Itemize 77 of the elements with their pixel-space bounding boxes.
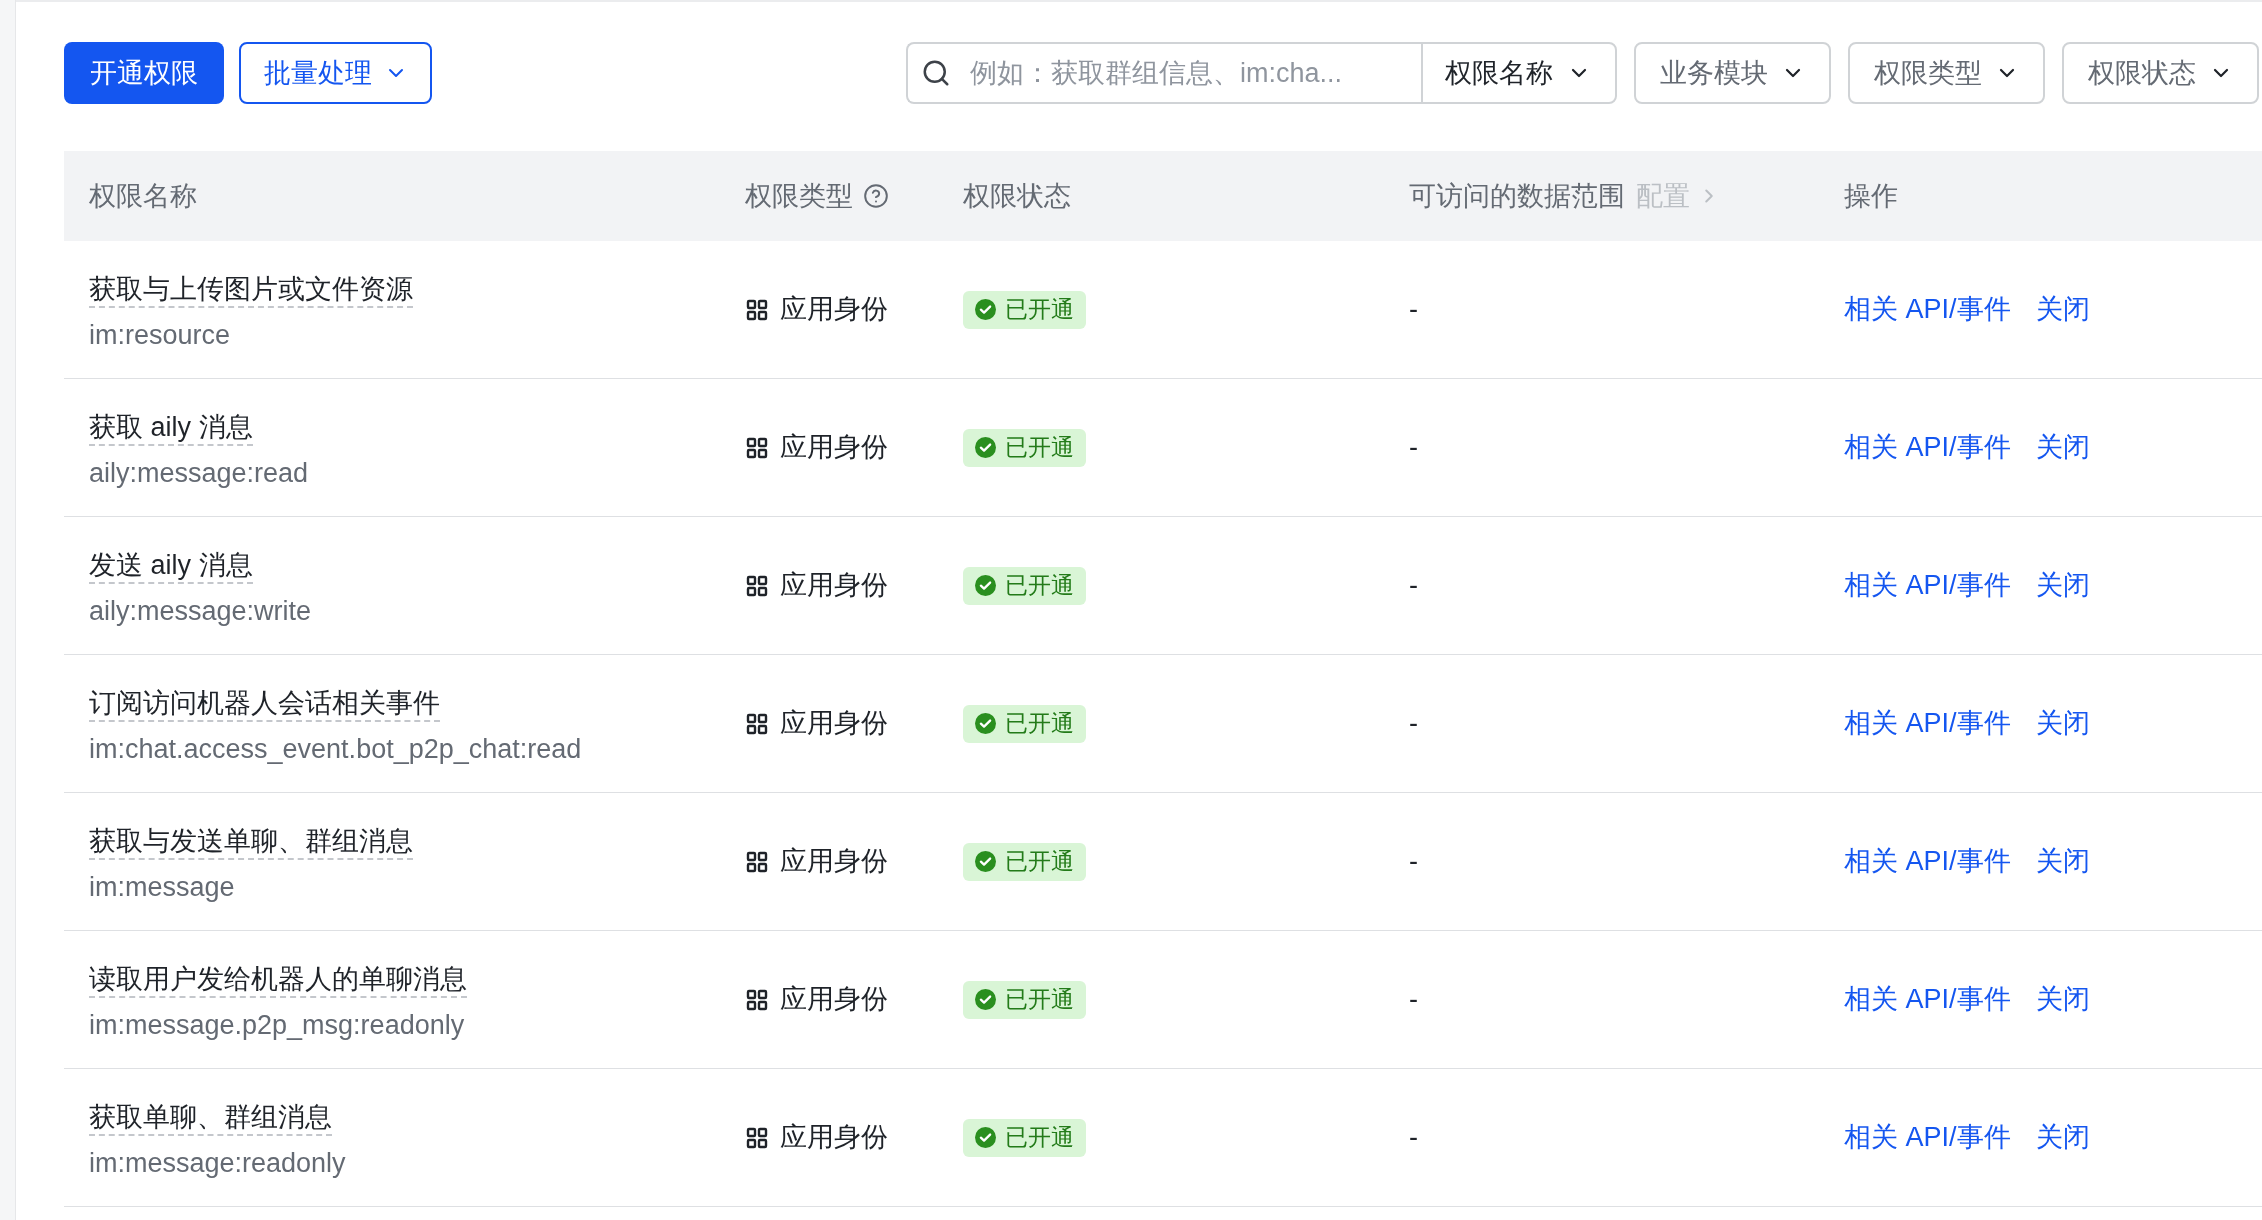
identity-type: 应用身份 (780, 569, 888, 603)
action-link[interactable]: 相关 API/事件 (1844, 427, 2011, 468)
permission-name: 获取单聊、群组消息 (89, 1100, 332, 1136)
column-header: 权限状态 (963, 179, 1071, 213)
help-icon[interactable] (863, 183, 889, 209)
check-circle-icon (975, 989, 996, 1010)
action-link[interactable]: 关闭 (2035, 703, 2090, 744)
action-link[interactable]: 关闭 (2035, 1117, 2090, 1158)
status-label: 已开通 (1005, 1123, 1074, 1153)
check-circle-icon (975, 1127, 996, 1148)
open-permissions-button[interactable]: 开通权限 (64, 42, 224, 104)
action-link[interactable]: 相关 API/事件 (1844, 703, 2011, 744)
column-header: 操作 (1844, 179, 1898, 213)
column-header: 可访问的数据范围 (1409, 179, 1625, 213)
filter-select[interactable]: 权限类型 (1848, 42, 2045, 104)
status-label: 已开通 (1005, 847, 1074, 877)
action-link[interactable]: 关闭 (2035, 979, 2090, 1020)
check-circle-icon (975, 299, 996, 320)
data-scope-text: - (1409, 845, 1418, 879)
permission-name: 获取与上传图片或文件资源 (89, 272, 413, 308)
data-scope-text: - (1409, 707, 1418, 741)
action-link[interactable]: 关闭 (2035, 565, 2090, 606)
permission-code: aily:message:read (89, 457, 309, 490)
check-circle-icon (975, 575, 996, 596)
action-link[interactable]: 关闭 (2035, 841, 2090, 882)
data-scope-text: - (1409, 1121, 1418, 1155)
data-scope-text: - (1409, 983, 1418, 1017)
grid-icon (745, 987, 769, 1012)
action-link[interactable]: 相关 API/事件 (1844, 565, 2011, 606)
action-link[interactable]: 关闭 (2035, 289, 2090, 330)
data-scope-text: - (1409, 569, 1418, 603)
permission-code: im:message.p2p_msg:readonly (89, 1009, 465, 1042)
grid-icon (745, 435, 769, 460)
identity-type: 应用身份 (780, 293, 888, 327)
permission-code: aily:message:write (89, 595, 312, 628)
grid-icon (745, 849, 769, 874)
permission-name: 订阅访问机器人会话相关事件 (89, 686, 440, 722)
permission-code: im:chat.access_event.bot_p2p_chat:read (89, 733, 582, 766)
identity-type: 应用身份 (780, 1121, 888, 1155)
permission-name: 读取用户发给机器人的单聊消息 (89, 962, 467, 998)
status-label: 已开通 (1005, 433, 1074, 463)
permission-code: im:message:readonly (89, 1147, 346, 1180)
grid-icon (745, 1125, 769, 1150)
status-label: 已开通 (1005, 709, 1074, 739)
data-scope-text: - (1409, 431, 1418, 465)
identity-type: 应用身份 (780, 707, 888, 741)
identity-type: 应用身份 (780, 983, 888, 1017)
column-header: 权限类型 (745, 179, 853, 213)
filter-select[interactable]: 业务模块 (1634, 42, 1831, 104)
grid-icon (745, 573, 769, 598)
scope-select[interactable]: 权限名称 (1421, 42, 1617, 104)
filter-select[interactable]: 权限状态 (2062, 42, 2259, 104)
grid-icon (745, 711, 769, 736)
grid-icon (745, 297, 769, 322)
check-circle-icon (975, 713, 996, 734)
check-circle-icon (975, 437, 996, 458)
action-link[interactable]: 相关 API/事件 (1844, 1117, 2011, 1158)
search-field[interactable]: 例如：获取群组信息、im:cha... (906, 42, 1421, 104)
permission-name: 获取与发送单聊、群组消息 (89, 824, 413, 860)
status-label: 已开通 (1005, 571, 1074, 601)
permission-code: im:resource (89, 319, 231, 352)
action-link[interactable]: 相关 API/事件 (1844, 289, 2011, 330)
check-circle-icon (975, 851, 996, 872)
column-header: 权限名称 (89, 179, 197, 213)
identity-type: 应用身份 (780, 845, 888, 879)
action-link[interactable]: 相关 API/事件 (1844, 979, 2011, 1020)
action-link[interactable]: 关闭 (2035, 427, 2090, 468)
permission-name: 发送 aily 消息 (89, 548, 253, 584)
search-icon (921, 58, 951, 88)
status-label: 已开通 (1005, 985, 1074, 1015)
status-label: 已开通 (1005, 295, 1074, 325)
batch-actions-button[interactable]: 批量处理 (239, 42, 432, 104)
permission-name: 获取 aily 消息 (89, 410, 253, 446)
data-scope-text: - (1409, 293, 1418, 327)
identity-type: 应用身份 (780, 431, 888, 465)
action-link[interactable]: 相关 API/事件 (1844, 841, 2011, 882)
permission-code: im:message (89, 871, 235, 904)
